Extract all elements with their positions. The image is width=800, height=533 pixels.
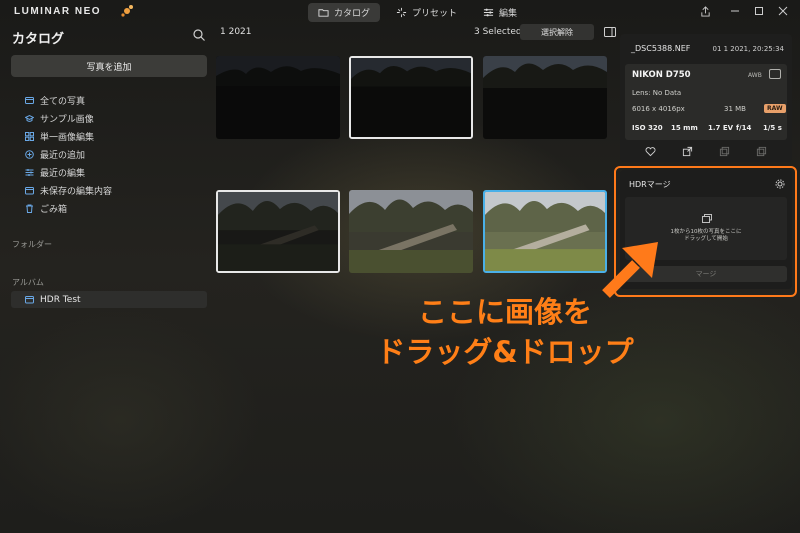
grid-icon	[25, 131, 34, 141]
photo-thumbnail[interactable]	[349, 56, 473, 139]
iso-value: ISO 320	[632, 124, 663, 132]
capture-datetime: 01 1 2021, 20:25:34	[712, 45, 784, 53]
tab-presets[interactable]: プリセット	[386, 3, 467, 22]
luminar-mark-icon	[121, 5, 133, 17]
photos-icon	[25, 96, 34, 105]
sidebar-title: カタログ	[12, 32, 65, 47]
copy-icon[interactable]	[756, 146, 767, 157]
deselect-button[interactable]: 選択解除	[520, 24, 594, 40]
sidebar-item-label: サンプル画像	[40, 114, 94, 125]
sidebar-item-unsaved-edits[interactable]: 未保存の編集内容	[25, 181, 112, 199]
exif-values: ISO 320 15 mm 1.7 EV f/14 1/5 s	[632, 124, 782, 132]
tab-catalog-label: カタログ	[334, 9, 371, 19]
format-badge: RAW	[764, 104, 786, 113]
sidebar-item-album-hdr-test[interactable]: HDR Test	[11, 291, 207, 308]
focal-length: 15 mm	[671, 124, 698, 132]
close-icon[interactable]	[776, 4, 790, 18]
image-dimensions: 6016 x 4016px	[632, 105, 685, 113]
info-actions	[645, 146, 785, 158]
aperture-value: f/14	[736, 124, 752, 132]
sidebar-item-label: 最近の追加	[40, 150, 86, 161]
trash-icon	[25, 204, 34, 213]
maximize-icon[interactable]	[752, 4, 766, 18]
photo-thumbnail[interactable]	[216, 56, 340, 139]
heart-icon[interactable]	[645, 146, 656, 157]
panel-toggle-icon[interactable]	[603, 25, 617, 39]
sidebar-item-label: 最近の編集	[40, 168, 86, 179]
sliders-icon	[483, 8, 494, 17]
selection-count: 3 Selected	[474, 27, 522, 37]
sidebar: カタログ 写真を追加 全ての写真 サンプル画像 単一画像編集 最近の追加 最近の…	[0, 24, 212, 533]
callout-line-2: ドラッグ&ドロップ	[376, 335, 634, 369]
sidebar-item-trash[interactable]: ごみ箱	[25, 199, 112, 217]
date-group-label: 1 2021	[220, 27, 252, 37]
exif-box: NIKON D750 AWB Lens: No Data 6016 x 4016…	[625, 64, 787, 140]
sidebar-item-sample-images[interactable]: サンプル画像	[25, 109, 112, 127]
duplicate-icon[interactable]	[719, 146, 730, 157]
catalog-nav: 全ての写真 サンプル画像 単一画像編集 最近の追加 最近の編集 未保存の編集内容…	[25, 91, 112, 217]
album-icon	[25, 295, 34, 304]
instruction-callout: ここに画像を ドラッグ&ドロップ	[340, 292, 670, 372]
arrow-icon	[602, 242, 658, 298]
white-balance: AWB	[748, 72, 762, 79]
tab-edit[interactable]: 編集	[473, 3, 527, 22]
callout-line-1: ここに画像を	[417, 295, 592, 329]
folder-icon	[318, 9, 329, 17]
sidebar-item-label: 単一画像編集	[40, 132, 95, 143]
tab-presets-label: プリセット	[412, 9, 458, 19]
sidebar-item-all-photos[interactable]: 全ての写真	[25, 91, 112, 109]
photo-thumbnail[interactable]	[349, 190, 473, 273]
app-logo: LUMINAR NEO	[14, 6, 102, 17]
open-external-icon[interactable]	[682, 146, 693, 157]
sidebar-item-label: 未保存の編集内容	[40, 186, 113, 197]
sparkle-icon	[396, 7, 407, 18]
lens-info: Lens: No Data	[632, 89, 682, 97]
share-icon[interactable]	[698, 4, 712, 18]
main-tabs: カタログ プリセット 編集	[308, 3, 527, 22]
sidebar-item-recently-added[interactable]: 最近の追加	[25, 145, 112, 163]
sidebar-item-single-image-edit[interactable]: 単一画像編集	[25, 127, 112, 145]
album-icon	[25, 186, 34, 195]
tab-catalog[interactable]: カタログ	[308, 3, 381, 22]
graduation-cap-icon	[25, 114, 34, 123]
flash-icon	[769, 69, 781, 79]
add-photos-button[interactable]: 写真を追加	[11, 55, 207, 77]
albums-heading: アルバム	[12, 278, 44, 287]
photo-info-panel: _DSC5388.NEF 01 1 2021, 20:25:34 NIKON D…	[620, 34, 792, 162]
file-size: 31 MB	[724, 105, 746, 113]
exposure-value: 1.7 EV	[708, 124, 734, 132]
shutter-speed: 1/5 s	[763, 124, 782, 132]
minimize-icon[interactable]	[728, 4, 742, 18]
folders-heading: フォルダー	[12, 240, 52, 249]
sidebar-item-label: ごみ箱	[40, 204, 68, 215]
photo-thumbnail[interactable]	[483, 190, 607, 273]
sidebar-item-label: 全ての写真	[40, 96, 86, 107]
photo-thumbnail[interactable]	[216, 190, 340, 273]
sliders-icon	[25, 168, 34, 177]
album-label: HDR Test	[40, 294, 81, 305]
sidebar-item-recently-edited[interactable]: 最近の編集	[25, 163, 112, 181]
camera-model: NIKON D750	[632, 70, 691, 80]
search-icon[interactable]	[192, 28, 206, 42]
tab-edit-label: 編集	[499, 9, 518, 19]
file-name: _DSC5388.NEF	[631, 44, 691, 53]
photo-thumbnail[interactable]	[483, 56, 607, 139]
plus-circle-icon	[25, 149, 34, 159]
title-bar: LUMINAR NEO カタログ プリセット 編集	[0, 0, 800, 24]
